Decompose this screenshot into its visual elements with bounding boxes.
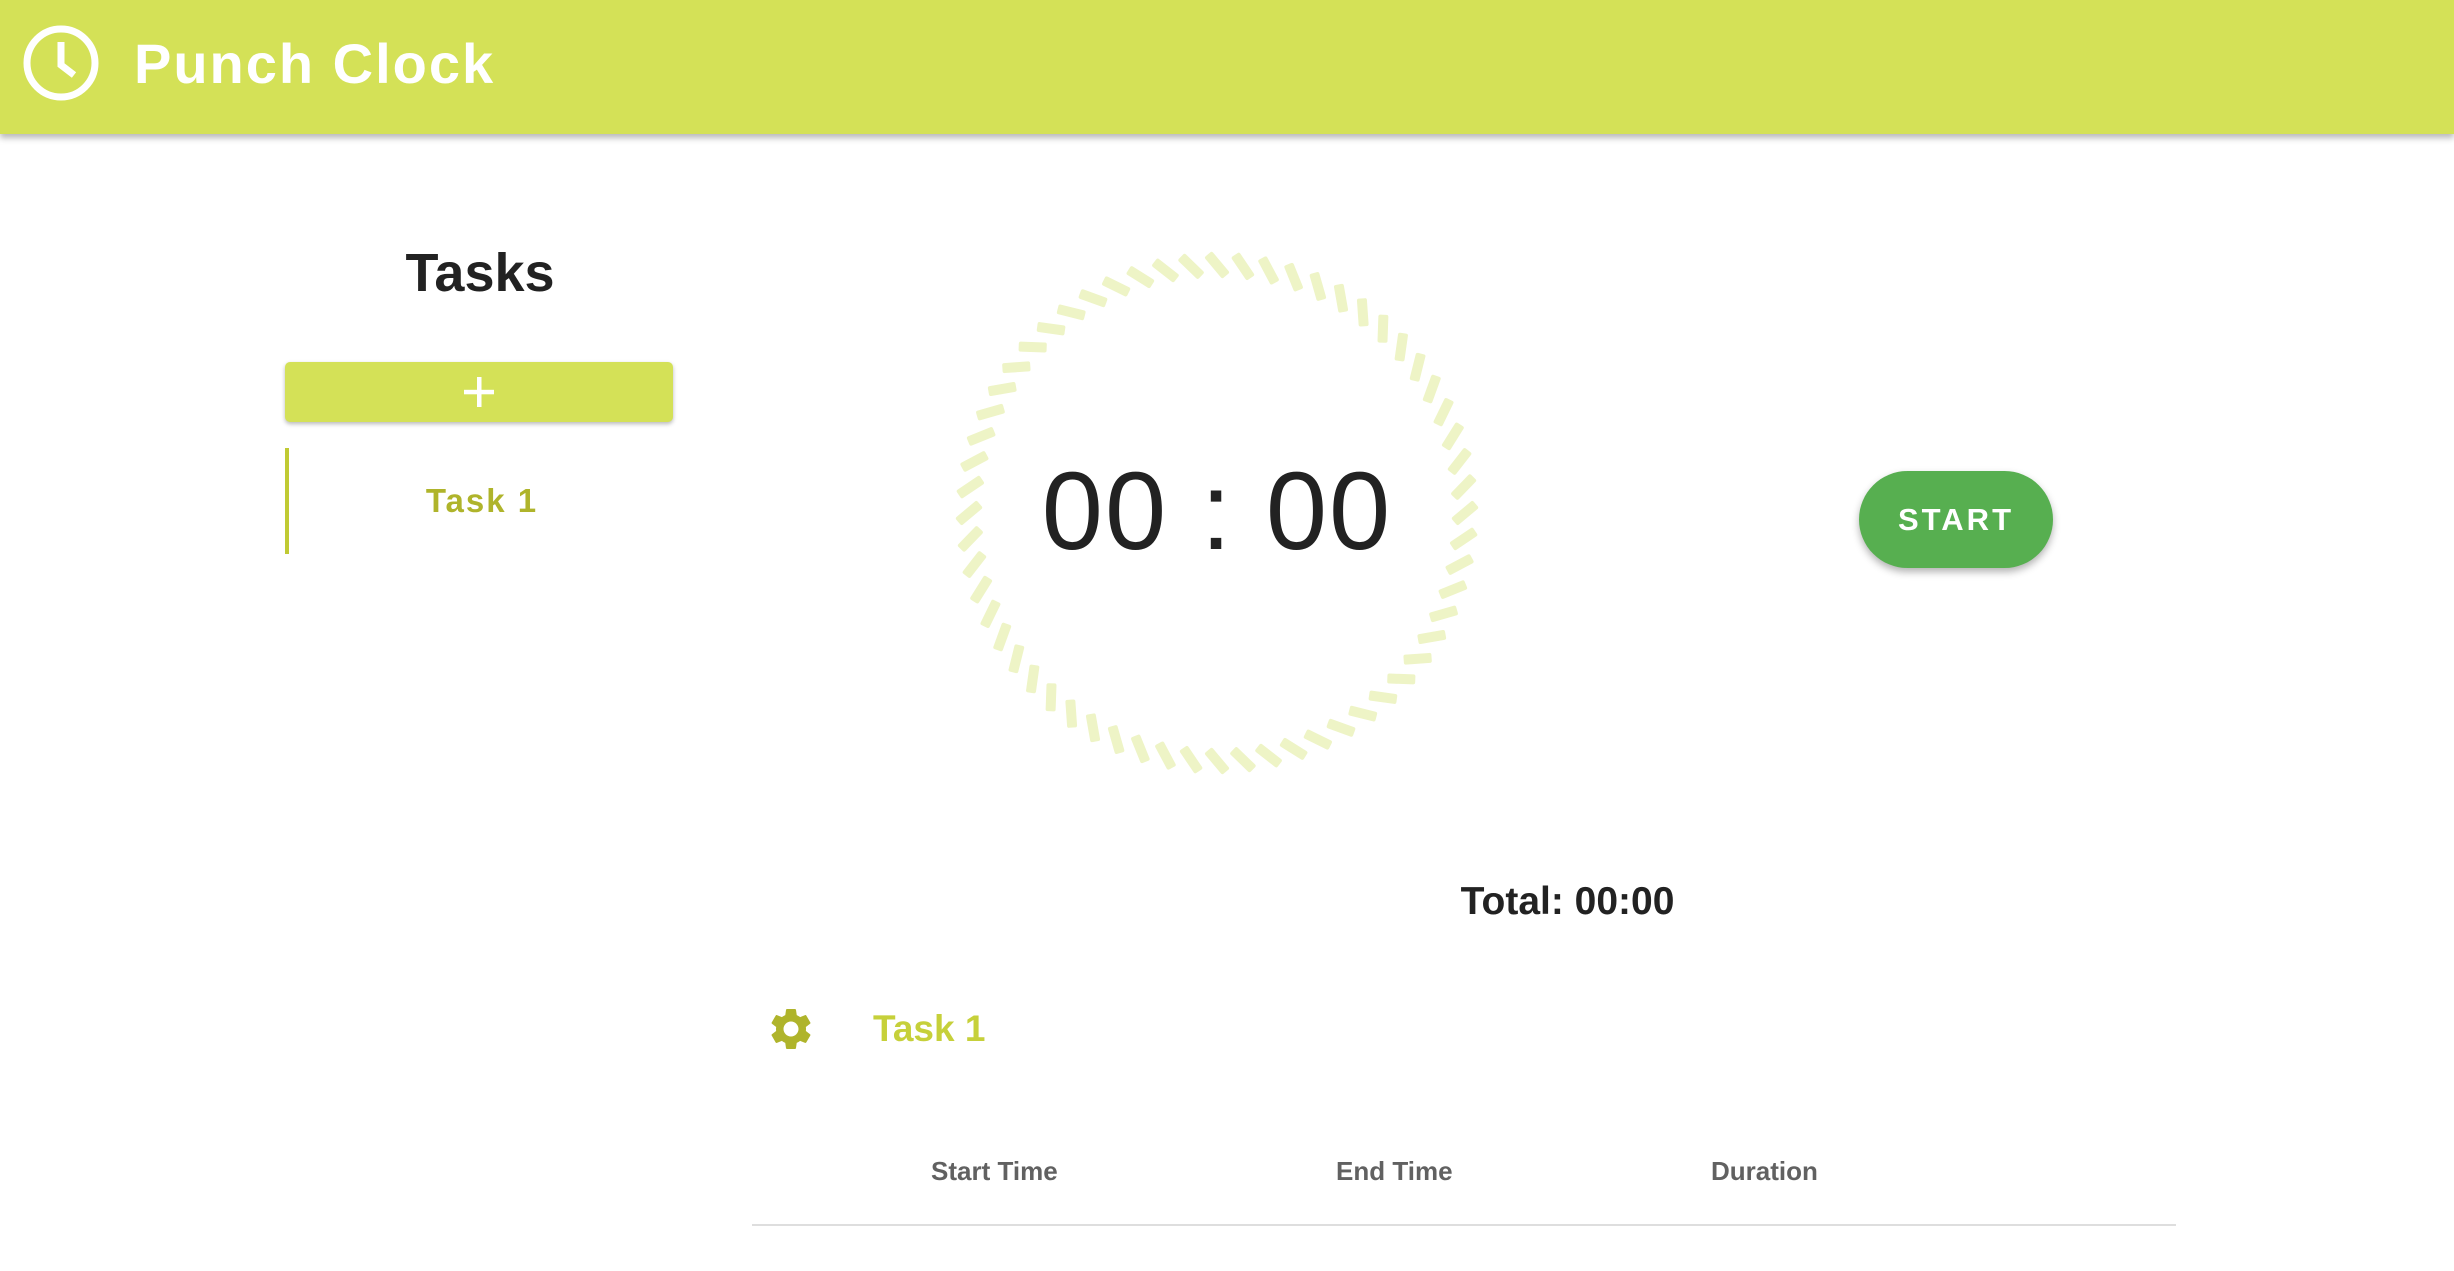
dial-tick [1429,605,1458,623]
total-time: Total: 00:00 [1460,880,1675,923]
dial-tick [976,403,1005,421]
dial-tick [1045,683,1057,712]
dial-tick [1403,652,1432,665]
sidebar-task-item[interactable]: Task 1 [285,448,675,554]
sidebar-task-label: Task 1 [425,482,539,519]
dial-tick [1417,629,1447,645]
dial-tick [1368,690,1398,704]
dial-tick [1422,374,1441,404]
timer-display: 00 : 00 [1041,450,1393,573]
dial-tick [1258,256,1279,285]
dial-tick [1008,644,1025,674]
dial-tick [1107,725,1125,754]
dial-tick [1056,304,1086,321]
dial-tick [1026,664,1040,694]
dial-tick [1002,361,1031,374]
dial-tick [993,622,1012,652]
tasks-heading: Tasks [405,243,555,303]
dial-tick [1409,352,1426,382]
dial-tick [1231,252,1255,280]
dial-tick [1078,289,1108,308]
dial-tick [1155,741,1176,770]
dial-tick [1303,729,1332,750]
dial-tick [1085,713,1101,743]
dial-tick [1178,253,1204,279]
dial-tick [1326,718,1356,737]
dial-tick [1102,276,1131,297]
dial-tick [1065,699,1078,728]
dial-tick [1279,737,1308,760]
dial-tick [1018,341,1047,353]
dial-tick [1309,272,1327,301]
dial-tick [1438,580,1468,599]
clock-icon [23,25,99,101]
dial-tick [966,427,996,446]
dial-tick [1204,747,1230,775]
dial-tick [987,381,1017,397]
dial-tick [1204,251,1230,279]
dial-tick [1131,734,1150,764]
dial-tick [1394,332,1408,362]
dial-tick [1152,258,1179,283]
dial-tick [1230,747,1256,773]
dial-tick [1377,314,1389,343]
dial-tick [1179,746,1203,774]
dial-tick [1387,673,1416,685]
dial-tick [980,599,1001,628]
add-task-button[interactable] [285,362,673,422]
dial-tick [1036,322,1066,336]
column-header-start-time: Start Time [931,1156,1058,1186]
start-button[interactable]: START [1859,471,2053,568]
gear-icon[interactable] [766,1004,816,1054]
dial-tick [1333,283,1349,313]
app-title: Punch Clock [134,32,496,95]
plus-icon [464,377,494,407]
dial-tick [1255,743,1282,768]
current-task-title: Task 1 [873,1008,986,1049]
table-divider [752,1224,2176,1226]
dial-tick [1126,266,1155,289]
column-header-duration: Duration [1711,1156,1818,1186]
dial-tick [1433,398,1454,427]
column-header-end-time: End Time [1336,1156,1453,1186]
app-bar: Punch Clock [0,0,2454,134]
dial-tick [1348,705,1378,722]
dial-tick [1441,422,1464,451]
dial-tick [1284,262,1303,292]
dial-tick [1356,298,1369,327]
dial-tick [970,575,993,604]
